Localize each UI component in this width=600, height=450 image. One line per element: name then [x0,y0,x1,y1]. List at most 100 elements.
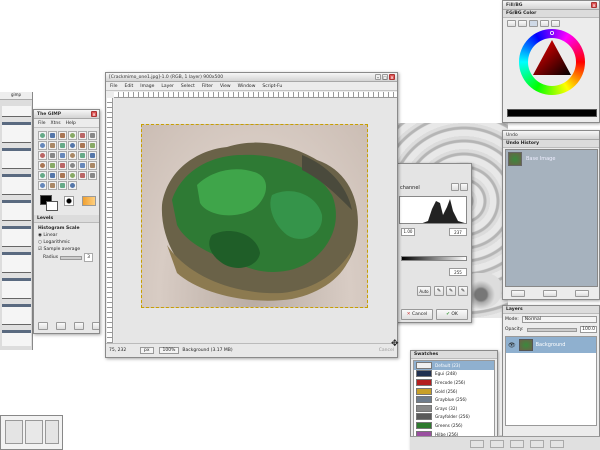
pencil-tool-icon[interactable] [68,161,77,170]
menu-select[interactable]: Select [181,84,195,89]
menu-layer[interactable]: Layer [161,84,174,89]
menu-help[interactable]: Help [66,121,76,126]
clear-history-button[interactable] [575,290,589,297]
sample-average-checkbox[interactable]: ☑ Sample average [38,246,95,253]
flip-tool-icon[interactable] [88,151,97,160]
palette-item[interactable]: Grays (32) [414,404,494,413]
close-icon[interactable]: × [389,74,395,80]
pick-white-button[interactable]: ✎ [458,286,468,296]
palette-item[interactable]: Gold (256) [414,387,494,396]
clone-tool-icon[interactable] [58,171,67,180]
levels-high-input[interactable]: 237 [449,228,467,236]
foreground-select-tool-icon[interactable] [58,181,67,190]
scissors-tool-icon[interactable] [88,131,97,140]
shear-tool-icon[interactable] [68,151,77,160]
redo-button[interactable] [543,290,557,297]
ellipse-select-tool-icon[interactable] [48,131,57,140]
palette-item[interactable]: Firecode (256) [414,378,494,387]
blur-tool-icon[interactable] [88,171,97,180]
heal-tool-icon[interactable] [68,171,77,180]
menu-file[interactable]: File [38,121,46,126]
palette-item[interactable]: Egui (248) [414,370,494,379]
by-color-select-tool-icon[interactable] [78,131,87,140]
menu-view[interactable]: View [220,84,231,89]
layer-mode-select[interactable]: Normal [521,316,597,323]
dock-button[interactable] [550,439,564,448]
eraser-tool-icon[interactable] [88,161,97,170]
levels-open-button[interactable] [451,183,459,191]
palette-item[interactable]: Greens (256) [414,421,494,430]
opacity-slider[interactable] [526,327,578,332]
opacity-value[interactable]: 100.0 [580,326,597,333]
smudge-tool-icon[interactable] [38,181,47,190]
color-mode-triangle[interactable] [529,20,538,27]
airbrush-tool-icon[interactable] [38,171,47,180]
blend-tool-icon[interactable] [58,161,67,170]
eye-icon[interactable]: 👁 [508,342,516,349]
ink-tool-icon[interactable] [48,171,57,180]
gradient-preview[interactable] [82,196,96,206]
color-mode-scales[interactable] [507,20,516,27]
canvas-area[interactable] [114,98,397,343]
menu-scriptfu[interactable]: Script-Fu [262,84,282,89]
cancel-button[interactable]: ✕ Cancel [401,309,433,320]
radio-logarithmic[interactable]: ○ Logarithmic [38,239,95,246]
dodge-tool-icon[interactable] [48,181,57,190]
move-tool-icon[interactable] [78,141,87,150]
brush-preview[interactable] [64,196,74,206]
unit-select[interactable]: px [140,347,154,354]
image-titlebar[interactable]: [Crackmimo_one1.jpg]-1.0 (RGB, 1 layer) … [106,73,397,82]
radius-slider[interactable] [60,255,83,260]
ok-button[interactable]: ✔ OK [436,309,468,320]
menu-image[interactable]: Image [140,84,154,89]
toolbox-titlebar[interactable]: The GIMP × [34,110,99,119]
thumbnail-window[interactable] [0,415,63,450]
close-icon[interactable]: × [91,111,97,117]
dock-button[interactable] [470,439,484,448]
text-tool-icon[interactable] [38,161,47,170]
rect-select-tool-icon[interactable] [38,131,47,140]
undo-item[interactable]: Base Image [506,150,597,168]
color-triangle[interactable] [519,29,585,95]
perspective-clone-tool-icon[interactable] [78,171,87,180]
radius-value[interactable]: 3 [84,253,93,262]
close-icon[interactable]: × [591,2,597,8]
navigate-icon[interactable]: ✥ [391,340,399,349]
dock-button[interactable] [510,439,524,448]
align-tool-icon[interactable] [88,141,97,150]
perspective-tool-icon[interactable] [78,151,87,160]
palette-item[interactable]: Default (23) [414,361,494,370]
fgbg-titlebar[interactable]: Fill/BG × [503,1,599,10]
scale-tool-icon[interactable] [58,151,67,160]
color-mode-watercolor[interactable] [518,20,527,27]
pick-gray-button[interactable]: ✎ [446,286,456,296]
color-mode-wheel[interactable] [551,20,560,27]
delete-options-button[interactable] [74,322,84,330]
color-picker-tool-icon[interactable] [48,141,57,150]
palette-item[interactable]: Grayblue (256) [414,395,494,404]
image-canvas[interactable] [141,124,368,308]
reset-options-button[interactable] [92,322,99,330]
measure-tool-icon[interactable] [68,141,77,150]
paths-tool-icon[interactable] [38,141,47,150]
levels-gamma-field[interactable]: 1.00 [401,228,415,236]
zoom-tool-icon[interactable] [58,141,67,150]
background-color-swatch[interactable] [46,201,58,211]
menu-xtns[interactable]: Xtns [51,121,61,126]
bucket-fill-tool-icon[interactable] [48,161,57,170]
levels-output-value[interactable]: 255 [449,268,467,276]
dock-button[interactable] [490,439,504,448]
menu-file[interactable]: File [110,84,118,89]
undo-button[interactable] [511,290,525,297]
fuzzy-select-tool-icon[interactable] [68,131,77,140]
paintbrush-tool-icon[interactable] [78,161,87,170]
rotate-tool-icon[interactable] [48,151,57,160]
menu-filter[interactable]: Filter [202,84,213,89]
zoom-select[interactable]: 100% [158,347,180,354]
maximize-icon[interactable]: □ [382,74,388,80]
color-mode-cmyk[interactable] [540,20,549,27]
color-wheel[interactable] [519,29,585,95]
palette-item[interactable]: Grayfolder (256) [414,413,494,422]
menu-edit[interactable]: Edit [125,84,134,89]
menu-window[interactable]: Window [238,84,256,89]
